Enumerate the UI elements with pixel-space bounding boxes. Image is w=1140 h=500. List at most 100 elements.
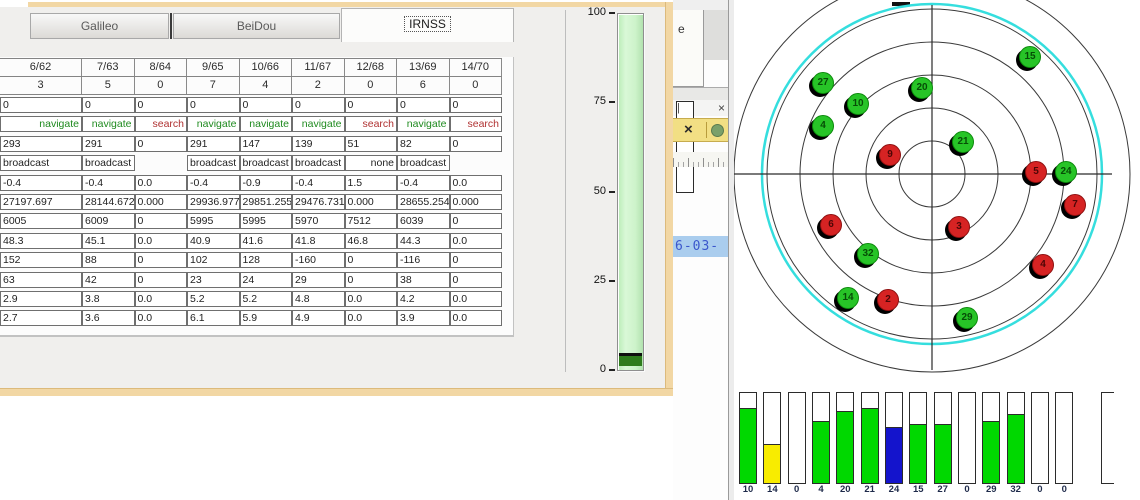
table-cell[interactable]: 293 bbox=[0, 135, 82, 152]
table-cell[interactable]: 0.000 bbox=[134, 193, 187, 210]
table-cell[interactable]: broadcast bbox=[82, 155, 135, 172]
table-cell[interactable]: 0 bbox=[449, 97, 502, 113]
table-cell[interactable]: 0 bbox=[344, 252, 397, 269]
table-cell[interactable]: broadcast bbox=[187, 155, 240, 172]
table-cell[interactable]: 0.0 bbox=[449, 232, 502, 249]
table-cell[interactable]: search bbox=[449, 116, 502, 133]
table-cell[interactable]: 139 bbox=[292, 135, 345, 152]
table-cell[interactable]: 0 bbox=[449, 271, 502, 288]
table-cell[interactable]: 27197.697 bbox=[0, 193, 82, 210]
table-cell[interactable]: 0 bbox=[134, 135, 187, 152]
table-cell[interactable]: navigate bbox=[187, 116, 240, 133]
table-cell[interactable]: 3.8 bbox=[82, 290, 135, 307]
table-cell[interactable]: 6009 bbox=[82, 213, 135, 230]
table-cell[interactable]: 0.0 bbox=[449, 174, 502, 191]
table-cell[interactable]: 152 bbox=[0, 252, 82, 269]
table-cell[interactable]: 0 bbox=[292, 97, 345, 113]
table-cell[interactable]: 45.1 bbox=[82, 232, 135, 249]
table-cell[interactable]: -0.9 bbox=[239, 174, 292, 191]
table-cell[interactable]: 29851.255 bbox=[239, 193, 292, 210]
table-cell[interactable]: 0 bbox=[449, 213, 502, 230]
table-cell[interactable]: 7512 bbox=[344, 213, 397, 230]
table-cell[interactable]: 48.3 bbox=[0, 232, 82, 249]
table-cell[interactable]: 3.9 bbox=[397, 310, 450, 327]
table-cell[interactable]: 46.8 bbox=[344, 232, 397, 249]
table-cell[interactable]: 4.8 bbox=[292, 290, 345, 307]
table-cell[interactable]: 1.5 bbox=[344, 174, 397, 191]
table-cell[interactable]: 5970 bbox=[292, 213, 345, 230]
table-cell[interactable]: 5.2 bbox=[239, 290, 292, 307]
table-cell[interactable]: -0.4 bbox=[292, 174, 345, 191]
table-cell[interactable]: 0 bbox=[134, 271, 187, 288]
table-cell[interactable]: 0.0 bbox=[134, 174, 187, 191]
table-cell[interactable]: navigate bbox=[0, 116, 82, 133]
table-cell[interactable]: -0.4 bbox=[0, 174, 82, 191]
table-cell[interactable]: 102 bbox=[187, 252, 240, 269]
table-cell[interactable]: 0 bbox=[134, 252, 187, 269]
table-cell[interactable]: 29936.977 bbox=[187, 193, 240, 210]
table-cell[interactable]: 40.9 bbox=[187, 232, 240, 249]
table-cell[interactable]: 0.0 bbox=[134, 310, 187, 327]
progress-gauge[interactable] bbox=[617, 13, 644, 371]
table-cell[interactable]: none bbox=[344, 155, 397, 172]
table-cell[interactable]: 0 bbox=[449, 135, 502, 152]
table-cell[interactable]: broadcast bbox=[292, 155, 345, 172]
selected-date-text[interactable]: 6-03- bbox=[673, 236, 728, 257]
table-cell[interactable]: 41.6 bbox=[239, 232, 292, 249]
table-cell[interactable]: 28144.672 bbox=[82, 193, 135, 210]
tab-irnss[interactable]: IRNSS bbox=[341, 8, 514, 42]
table-cell[interactable]: navigate bbox=[397, 116, 450, 133]
table-cell[interactable]: navigate bbox=[82, 116, 135, 133]
table-cell[interactable]: 51 bbox=[344, 135, 397, 152]
table-cell[interactable]: 0 bbox=[344, 271, 397, 288]
table-cell[interactable]: 128 bbox=[239, 252, 292, 269]
table-cell[interactable]: 6.1 bbox=[187, 310, 240, 327]
table-cell[interactable]: 0 bbox=[397, 97, 450, 113]
table-cell[interactable]: 0.0 bbox=[344, 290, 397, 307]
table-cell[interactable]: 23 bbox=[187, 271, 240, 288]
table-cell[interactable]: broadcast bbox=[397, 155, 450, 172]
table-cell[interactable]: 29476.731 bbox=[292, 193, 345, 210]
table-cell[interactable]: 4.2 bbox=[397, 290, 450, 307]
table-cell[interactable]: 63 bbox=[0, 271, 82, 288]
table-cell[interactable]: broadcast bbox=[239, 155, 292, 172]
table-cell[interactable]: 0.000 bbox=[344, 193, 397, 210]
table-cell[interactable]: 0 bbox=[239, 97, 292, 113]
table-cell[interactable]: 6039 bbox=[397, 213, 450, 230]
table-cell[interactable]: -0.4 bbox=[82, 174, 135, 191]
table-cell[interactable]: 5995 bbox=[239, 213, 292, 230]
table-cell[interactable]: search bbox=[344, 116, 397, 133]
table-cell[interactable]: 0.0 bbox=[134, 232, 187, 249]
close-icon[interactable]: × bbox=[718, 101, 725, 115]
table-cell[interactable]: 44.3 bbox=[397, 232, 450, 249]
table-cell[interactable]: 0 bbox=[0, 97, 82, 113]
table-cell[interactable]: 0.0 bbox=[449, 310, 502, 327]
tab-galileo[interactable]: Galileo bbox=[30, 13, 169, 39]
table-cell[interactable]: 2.9 bbox=[0, 290, 82, 307]
table-cell[interactable]: 0.0 bbox=[449, 290, 502, 307]
table-cell[interactable]: -0.4 bbox=[397, 174, 450, 191]
table-cell[interactable]: navigate bbox=[239, 116, 292, 133]
table-cell[interactable]: 88 bbox=[82, 252, 135, 269]
table-cell[interactable]: 0.000 bbox=[449, 193, 502, 210]
table-cell[interactable]: 6005 bbox=[0, 213, 82, 230]
record-dot-icon[interactable] bbox=[711, 124, 724, 137]
table-cell[interactable]: 291 bbox=[187, 135, 240, 152]
table-cell[interactable]: 38 bbox=[397, 271, 450, 288]
table-cell[interactable]: broadcast bbox=[0, 155, 82, 172]
table-cell[interactable]: 41.8 bbox=[292, 232, 345, 249]
table-cell[interactable]: 28655.254 bbox=[397, 193, 450, 210]
toolbar-close-icon[interactable]: × bbox=[684, 121, 693, 138]
table-cell[interactable]: 0 bbox=[344, 97, 397, 113]
table-cell[interactable]: search bbox=[134, 116, 187, 133]
table-cell[interactable]: 5995 bbox=[187, 213, 240, 230]
table-cell[interactable]: 42 bbox=[82, 271, 135, 288]
table-cell[interactable]: 0 bbox=[134, 213, 187, 230]
table-cell[interactable]: 29 bbox=[292, 271, 345, 288]
table-cell[interactable]: -160 bbox=[292, 252, 345, 269]
table-cell[interactable]: -116 bbox=[397, 252, 450, 269]
table-cell[interactable]: 82 bbox=[397, 135, 450, 152]
tab-beidou[interactable]: BeiDou bbox=[173, 13, 340, 39]
table-cell[interactable]: 3.6 bbox=[82, 310, 135, 327]
table-cell[interactable]: 0 bbox=[134, 97, 187, 113]
